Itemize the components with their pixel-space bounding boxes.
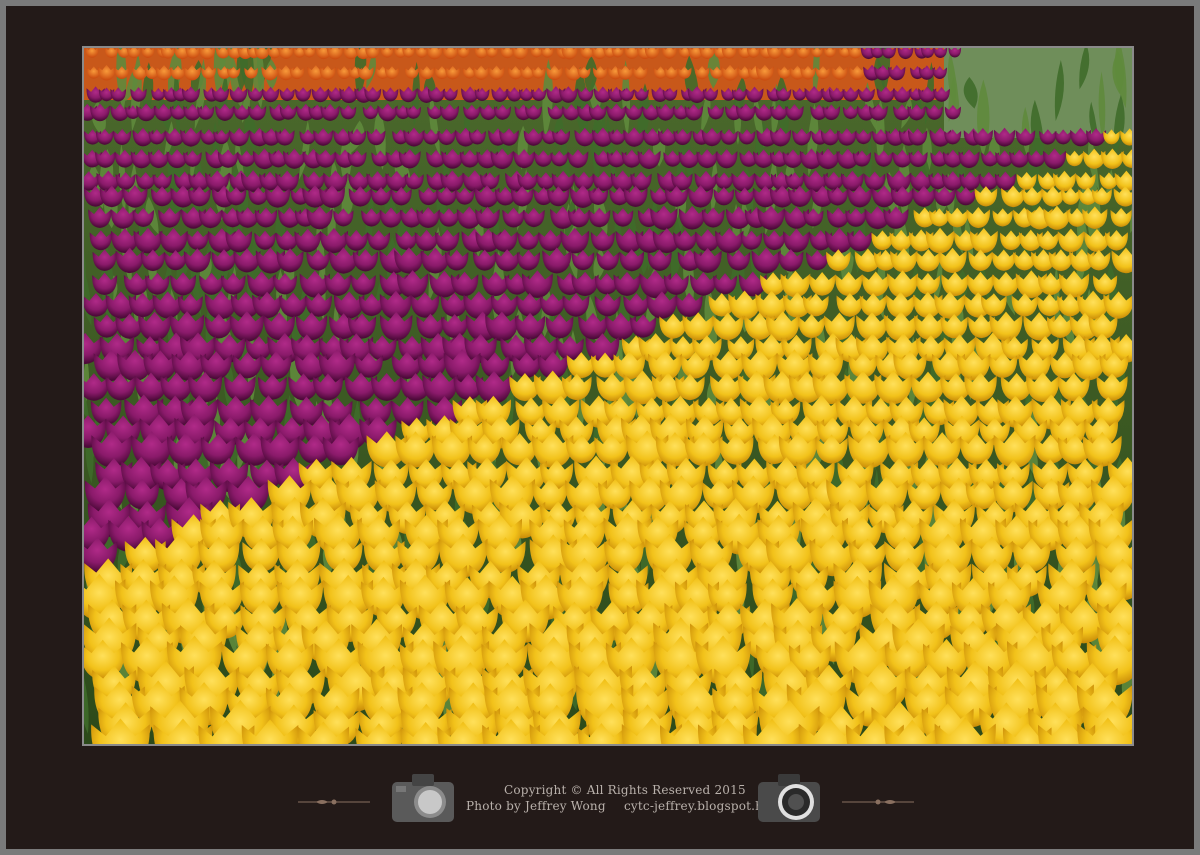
copyright-text: Copyright © All Rights Reserved 2015 [504,783,746,797]
right-ornament [842,799,914,805]
blog-link[interactable]: cytc-jeffrey.blogspot.hk [624,799,771,813]
camera-icon [392,774,454,822]
picture-frame: Copyright © All Rights Reserved 2015 Pho… [0,0,1200,855]
camera-icon [758,774,820,822]
left-ornament [298,799,370,805]
credits-footer: Copyright © All Rights Reserved 2015 Pho… [6,764,1200,844]
author-credit: Photo by Jeffrey Wong [466,799,606,813]
tulip-photo [82,46,1134,746]
tulip-field-image [84,48,1132,744]
